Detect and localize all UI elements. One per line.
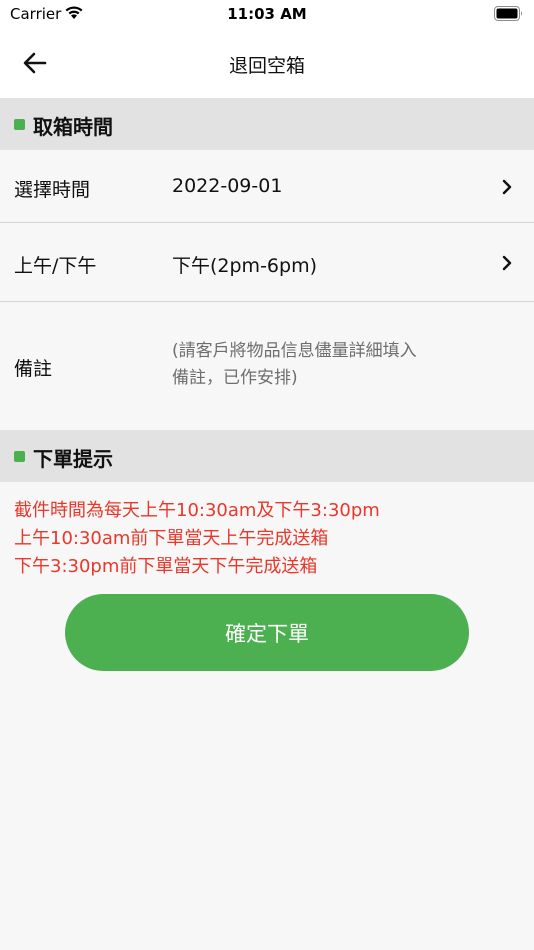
tip-line: 上午10:30am前下單當天上午完成送箱 <box>14 528 329 549</box>
section-title: 取箱時間 <box>33 115 113 139</box>
tip-line: 截件時間為每天上午10:30am及下午3:30pm <box>14 500 380 521</box>
status-time: 11:03 AM <box>227 5 307 23</box>
row-label-remarks: 備註 <box>14 358 53 380</box>
status-bar: Carrier 11:03 AM <box>0 0 534 28</box>
tip-line: 下午3:30pm前下單當天下午完成送箱 <box>14 556 318 577</box>
confirm-order-label: 確定下單 <box>225 621 309 646</box>
section-header-order-tips: 下單提示 <box>0 430 534 482</box>
arrow-left-icon <box>23 52 47 74</box>
battery-icon <box>494 6 522 21</box>
chevron-right-icon <box>502 255 512 271</box>
row-label-period: 上午/下午 <box>14 255 97 277</box>
back-button[interactable] <box>16 44 56 84</box>
section-header-pickup-time: 取箱時間 <box>0 98 534 150</box>
selected-period-value: 下午(2pm-6pm) <box>172 255 317 277</box>
row-label-date: 選擇時間 <box>14 179 91 201</box>
remarks-placeholder-line: (請客戶將物品信息儘量詳細填入 <box>172 341 417 361</box>
selected-date-value: 2022-09-01 <box>172 175 283 197</box>
period-select-row[interactable]: 上午/下午 下午(2pm-6pm) <box>0 223 534 301</box>
page-title: 退回空箱 <box>228 55 305 77</box>
section-bullet-icon <box>14 119 25 130</box>
section-bullet-icon <box>14 451 25 462</box>
navigation-bar: 退回空箱 <box>0 28 534 98</box>
order-tips-text: 截件時間為每天上午10:30am及下午3:30pm 上午10:30am前下單當天… <box>14 497 524 581</box>
remarks-placeholder[interactable]: (請客戶將物品信息儘量詳細填入 備註，已作安排) <box>172 338 502 392</box>
date-select-row[interactable]: 選擇時間 2022-09-01 <box>0 150 534 222</box>
chevron-right-icon <box>502 179 512 195</box>
remarks-placeholder-line: 備註，已作安排) <box>172 368 298 388</box>
section-title: 下單提示 <box>33 447 113 471</box>
confirm-order-button[interactable]: 確定下單 <box>65 594 469 671</box>
